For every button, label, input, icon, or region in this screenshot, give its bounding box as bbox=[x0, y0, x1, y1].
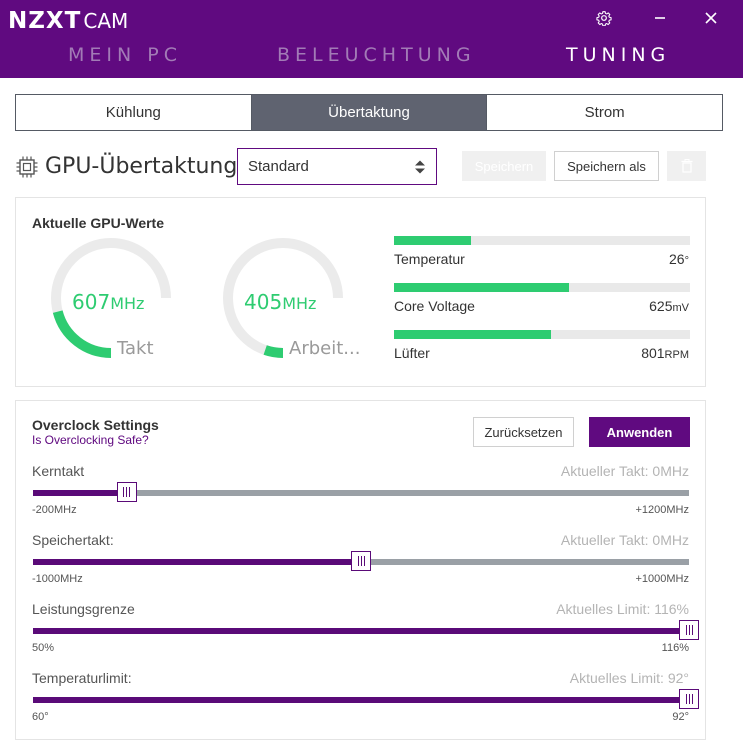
sort-arrows-icon bbox=[415, 160, 425, 174]
overclock-safe-link[interactable]: Is Overclocking Safe? bbox=[32, 433, 149, 447]
page-title: GPU-Übertaktung bbox=[45, 154, 238, 179]
gauge-fill bbox=[52, 310, 112, 358]
temperature-limit-max: 92° bbox=[672, 711, 689, 723]
tuning-tabs: Kühlung Übertaktung Strom bbox=[15, 94, 723, 131]
save-button[interactable]: Speichern bbox=[462, 151, 546, 181]
delete-button[interactable] bbox=[667, 151, 706, 181]
app-logo: NZXT CAM bbox=[8, 8, 128, 34]
apply-button[interactable]: Anwenden bbox=[589, 417, 690, 447]
power-limit-current: Aktuelles Limit: 116% bbox=[556, 601, 689, 617]
memory-clock-min: -1000MHz bbox=[32, 573, 83, 585]
voltage-label: Core Voltage bbox=[394, 298, 475, 314]
tab-uebertaktung[interactable]: Übertaktung bbox=[251, 95, 488, 130]
title-bar: NZXT CAM MEIN PC BELEUCHTUNG TUNING bbox=[0, 0, 743, 78]
minimize-icon bbox=[655, 17, 665, 19]
trash-icon bbox=[681, 159, 692, 173]
slider-thumb[interactable] bbox=[679, 689, 699, 709]
temperature-limit-current: Aktuelles Limit: 92° bbox=[569, 670, 689, 686]
logo-product: CAM bbox=[83, 9, 129, 33]
gear-icon bbox=[596, 11, 612, 26]
memory-clock-current: Aktueller Takt: 0MHz bbox=[560, 532, 689, 548]
nav-mein-pc[interactable]: MEIN PC bbox=[68, 44, 182, 66]
core-clock-label: Kerntakt bbox=[32, 463, 85, 479]
profile-select[interactable]: Standard bbox=[237, 148, 437, 185]
gauge-fill bbox=[263, 345, 284, 358]
power-limit-label: Leistungsgrenze bbox=[32, 601, 135, 617]
fan-bar bbox=[394, 330, 690, 339]
slider-thumb[interactable] bbox=[351, 551, 371, 571]
temperature-limit-min: 60° bbox=[32, 711, 49, 723]
nav-tuning[interactable]: TUNING bbox=[566, 44, 670, 66]
clock-gauge-value: 607MHz bbox=[72, 290, 145, 314]
slider-fill bbox=[33, 628, 689, 634]
core-clock-current: Aktueller Takt: 0MHz bbox=[560, 463, 689, 479]
fan-label: Lüfter bbox=[394, 345, 430, 361]
reset-button[interactable]: Zurücksetzen bbox=[473, 417, 574, 447]
slider-thumb[interactable] bbox=[679, 620, 699, 640]
settings-button[interactable] bbox=[591, 6, 617, 30]
memory-gauge-value: 405MHz bbox=[244, 290, 317, 314]
core-clock-slider[interactable] bbox=[33, 482, 689, 502]
temperature-label: Temperatur bbox=[394, 251, 465, 267]
overclock-title: Overclock Settings bbox=[32, 417, 159, 433]
power-limit-slider[interactable] bbox=[33, 620, 699, 640]
memory-clock-label: Speichertakt: bbox=[32, 532, 114, 548]
current-gpu-card: Aktuelle GPU-Werte 607MHz Takt 405MHz Ar… bbox=[15, 197, 706, 387]
chip-icon bbox=[16, 156, 38, 178]
voltage-bar bbox=[394, 283, 690, 292]
close-icon bbox=[705, 12, 717, 24]
temperature-value: 26° bbox=[669, 251, 689, 267]
temperature-limit-label: Temperaturlimit: bbox=[32, 670, 132, 686]
overclock-card: Overclock Settings Is Overclocking Safe?… bbox=[15, 400, 706, 740]
temperature-limit-slider[interactable] bbox=[33, 689, 699, 709]
slider-fill bbox=[33, 490, 127, 496]
slider-fill bbox=[33, 559, 361, 565]
memory-clock-max: +1000MHz bbox=[635, 573, 689, 585]
power-limit-max: 116% bbox=[661, 642, 689, 654]
logo-brand: NZXT bbox=[8, 8, 82, 34]
current-gpu-title: Aktuelle GPU-Werte bbox=[32, 215, 164, 231]
memory-clock-slider[interactable] bbox=[33, 551, 689, 571]
fan-value: 801RPM bbox=[641, 345, 689, 361]
minimize-button[interactable] bbox=[647, 6, 673, 30]
slider-thumb[interactable] bbox=[116, 482, 137, 502]
power-limit-min: 50% bbox=[32, 642, 55, 654]
core-clock-min: -200MHz bbox=[32, 504, 77, 516]
nav-beleuchtung[interactable]: BELEUCHTUNG bbox=[277, 44, 476, 66]
slider-fill bbox=[33, 697, 689, 703]
clock-gauge-label: Takt bbox=[117, 338, 154, 359]
save-as-button[interactable]: Speichern als bbox=[554, 151, 659, 181]
voltage-bar-fill bbox=[394, 283, 569, 292]
fan-bar-fill bbox=[394, 330, 551, 339]
voltage-value: 625mV bbox=[649, 298, 689, 314]
temperature-bar-fill bbox=[394, 236, 471, 245]
tab-kuehlung[interactable]: Kühlung bbox=[16, 95, 252, 130]
close-button[interactable] bbox=[698, 6, 724, 30]
memory-gauge-label: Arbeit... bbox=[289, 338, 361, 359]
core-clock-max: +1200MHz bbox=[635, 504, 689, 516]
temperature-bar bbox=[394, 236, 690, 245]
profile-select-value: Standard bbox=[248, 158, 309, 175]
tab-strom[interactable]: Strom bbox=[487, 95, 722, 130]
